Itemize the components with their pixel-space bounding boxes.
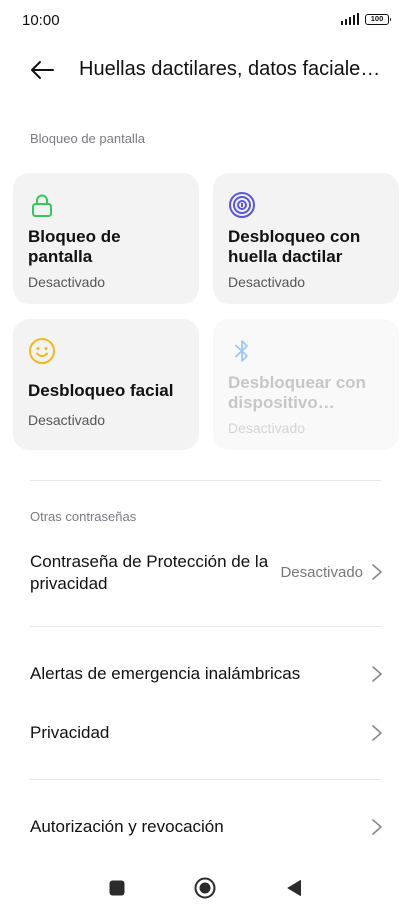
back-button[interactable] <box>26 54 58 86</box>
card-status: Desactivado <box>28 412 106 428</box>
item-value: Desactivado <box>280 564 363 581</box>
chevron-right-icon <box>372 666 382 682</box>
divider <box>30 779 381 780</box>
card-status: Desactivado <box>28 274 106 290</box>
list-item-emergency-alerts[interactable]: Alertas de emergencia inalámbricas <box>0 654 411 694</box>
card-screen-lock[interactable]: Bloqueo de pantalla Desactivado <box>13 173 199 304</box>
lock-icon <box>32 194 52 217</box>
arrow-left-icon <box>31 61 54 79</box>
list-item-authorization[interactable]: Autorización y revocación <box>0 807 411 847</box>
section-label-other-passwords: Otras contraseñas <box>30 509 137 524</box>
battery-level: 100 <box>370 14 384 24</box>
card-title: Desbloqueo con huella dactilar <box>228 227 361 266</box>
bluetooth-icon <box>235 340 248 362</box>
status-time: 10:00 <box>22 12 60 29</box>
page-title: Huellas dactilares, datos faciales y con… <box>79 58 384 80</box>
back-nav-button[interactable] <box>282 876 306 900</box>
card-bluetooth-unlock: Desbloquear con dispositivo Bluetooth De… <box>213 319 399 450</box>
status-bar: 10:00 100 <box>0 0 411 42</box>
status-indicators: 100 <box>340 13 391 25</box>
battery-icon: 100 <box>365 13 391 25</box>
face-icon <box>29 338 55 364</box>
home-circle-icon <box>194 877 216 899</box>
card-title: Desbloqueo facial <box>28 381 174 400</box>
item-label: Alertas de emergencia inalámbricas <box>30 664 301 683</box>
item-label: Contraseña de Protección de la privacida… <box>30 552 269 593</box>
fingerprint-icon <box>229 192 255 218</box>
signal-icon <box>340 13 359 25</box>
card-fingerprint-unlock[interactable]: Desbloqueo con huella dactilar Desactiva… <box>213 173 399 304</box>
item-label: Privacidad <box>30 723 110 742</box>
divider <box>30 480 381 481</box>
chevron-right-icon <box>372 725 382 741</box>
card-title: Desbloquear con dispositivo Bluetooth <box>228 373 384 413</box>
section-label-screen-lock: Bloqueo de pantalla <box>30 131 145 146</box>
card-title: Bloqueo de pantalla <box>28 227 121 266</box>
chevron-right-icon <box>372 564 382 580</box>
recents-button[interactable] <box>105 876 129 900</box>
card-status: Desactivado <box>228 274 306 290</box>
recents-square-icon <box>109 880 125 896</box>
item-label: Autorización y revocación <box>30 817 224 836</box>
back-triangle-icon <box>287 880 301 896</box>
card-status: Desactivado <box>228 420 306 436</box>
navigation-bar <box>0 858 411 914</box>
card-face-unlock[interactable]: Desbloqueo facial Desactivado <box>13 319 199 450</box>
header: Huellas dactilares, datos faciales y con… <box>0 50 411 90</box>
home-button[interactable] <box>193 876 217 900</box>
card-title-text: Desbloquear con dispositivo Bluetooth <box>228 373 366 412</box>
list-item-privacy[interactable]: Privacidad <box>0 713 411 753</box>
divider <box>30 626 381 627</box>
list-item-privacy-password[interactable]: Contraseña de Protección de la privacida… <box>0 548 411 600</box>
chevron-right-icon <box>372 819 382 835</box>
